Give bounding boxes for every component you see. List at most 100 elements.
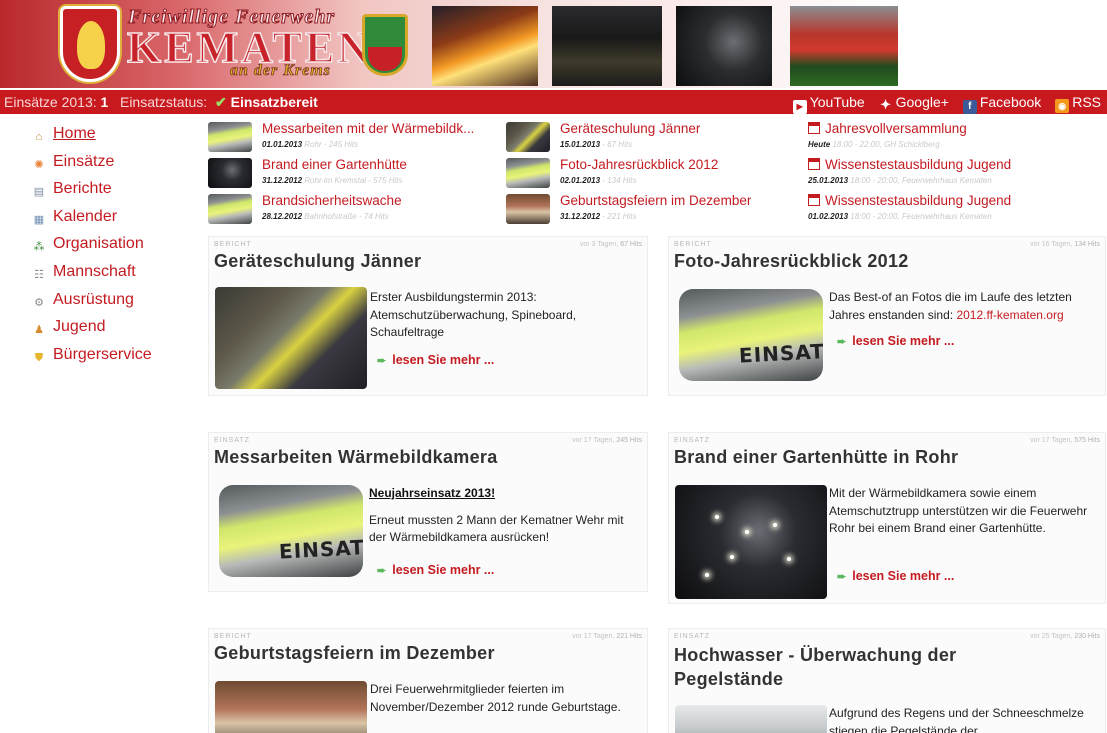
read-more-link[interactable]: ➨ lesen Sie mehr ...	[377, 353, 494, 367]
arrow-right-icon: ➨	[377, 565, 387, 577]
google-plus-icon: ✦	[880, 97, 892, 112]
recent-berichte-list: Geräteschulung Jänner 15.01.2013 - 67 Hi…	[506, 120, 802, 228]
card-title[interactable]: Foto-Jahresrückblick 2012	[674, 251, 909, 272]
read-more-link[interactable]: ➨ lesen Sie mehr ...	[837, 334, 954, 348]
event-meta: Heute 18:00 - 22:00, GH Schicklberg	[808, 140, 940, 149]
card-meta: vor 17 Tagen, 245 Hits	[572, 437, 642, 444]
sidebar-item-organisation[interactable]: ⁂ Organisation	[32, 232, 202, 260]
card-title[interactable]: Geburtstagsfeiern im Dezember	[214, 643, 495, 664]
article-card: EINSATZ vor 25 Tagen, 230 Hits Hochwasse…	[668, 628, 1106, 733]
list-item-date: 15.01.2013	[560, 140, 601, 149]
rss-icon: ◉	[1055, 99, 1070, 113]
youtube-label: YouTube	[809, 94, 865, 110]
municipal-coat-of-arms-icon	[362, 14, 408, 76]
thumbnail-image	[506, 194, 550, 224]
event-date: Heute	[808, 140, 831, 149]
sidebar-item-ausruestung[interactable]: ⚙ Ausrüstung	[32, 288, 202, 316]
card-text: Drei Feuerwehrmitglieder feierten im Nov…	[370, 682, 621, 714]
card-title[interactable]: Geräteschulung Jänner	[214, 251, 421, 272]
article-card: BERICHT vor 3 Tagen, 67 Hits Geräteschul…	[208, 236, 648, 396]
card-title[interactable]: Hochwasser - Überwachung der Pegelstände	[674, 643, 956, 691]
list-item-title[interactable]: Brand einer Gartenhütte	[262, 157, 407, 172]
read-more-label: lesen Sie mehr ...	[392, 353, 495, 367]
sidebar-item-label: Organisation	[53, 235, 144, 253]
list-item-title[interactable]: Messarbeiten mit der Wärmebildk...	[262, 121, 502, 136]
fire-brigade-emblem-icon[interactable]	[60, 6, 120, 82]
list-item[interactable]: Geräteschulung Jänner 15.01.2013 - 67 Hi…	[506, 120, 802, 156]
card-text: Mit der Wärmebildkamera sowie einem Atem…	[829, 486, 1088, 535]
list-item-title[interactable]: Foto-Jahresrückblick 2012	[560, 157, 718, 172]
card-meta: vor 17 Tagen, 221 Hits	[572, 633, 642, 640]
sidebar-item-mannschaft[interactable]: ☷ Mannschaft	[32, 260, 202, 288]
card-meta: vor 3 Tagen, 67 Hits	[580, 241, 642, 248]
list-item[interactable]: Brandsicherheitswache 28.12.2012 Bahnhof…	[208, 192, 504, 228]
card-image[interactable]	[215, 681, 367, 733]
brand-location: an der Krems	[230, 62, 331, 80]
sidebar-nav: ⌂ Home ✺ Einsätze ▤ Berichte ▦ Kalender ⁂ Org…	[32, 122, 202, 370]
google-plus-link[interactable]: ✦ Google+	[879, 94, 949, 112]
list-item-title[interactable]: Brandsicherheitswache	[262, 193, 402, 208]
sidebar-item-berichte[interactable]: ▤ Berichte	[32, 177, 202, 205]
card-meta: vor 17 Tagen, 575 Hits	[1030, 437, 1100, 444]
vest-lettering: EINSATZ	[738, 338, 823, 368]
event-details: 18:00 - 22:00, GH Schicklberg	[832, 140, 940, 149]
user-icon: ♟	[34, 324, 44, 337]
event-item[interactable]: Wissenstestausbildung Jugend 01.02.2013 …	[808, 192, 1100, 228]
card-image[interactable]	[675, 705, 827, 733]
event-title[interactable]: Wissenstestausbildung Jugend	[825, 157, 1011, 172]
read-more-link[interactable]: ➨ lesen Sie mehr ...	[377, 563, 494, 577]
list-item-date: 02.01.2013	[560, 176, 601, 185]
sidebar-item-jugend[interactable]: ♟ Jugend	[32, 315, 202, 343]
event-title[interactable]: Jahresvollversammlung	[825, 121, 967, 136]
sidebar-item-einsaetze[interactable]: ✺ Einsätze	[32, 150, 202, 178]
card-image[interactable]: EINSATZ	[219, 485, 363, 577]
album-link[interactable]: 2012.ff-kematen.org	[956, 308, 1063, 322]
list-item-title[interactable]: Geräteschulung Jänner	[560, 121, 700, 136]
list-item[interactable]: Brand einer Gartenhütte 31.12.2012 Rohr …	[208, 156, 504, 192]
card-image[interactable]	[675, 485, 827, 599]
list-item-details: - 134 Hits	[602, 176, 637, 185]
article-card: EINSATZ vor 17 Tagen, 575 Hits Brand ein…	[668, 432, 1106, 604]
card-headline: Neujahrseinsatz 2013!	[369, 486, 496, 500]
shield-icon: ⛊	[34, 351, 44, 364]
list-item[interactable]: Messarbeiten mit der Wärmebildk... 01.01…	[208, 120, 504, 156]
site-header: Freiwillige Feuerwehr KEMATEN an der Kre…	[0, 0, 1107, 88]
google-plus-label: Google+	[895, 94, 949, 110]
read-more-link[interactable]: ➨ lesen Sie mehr ...	[837, 569, 954, 583]
card-category: EINSATZ	[674, 633, 711, 640]
org-chart-icon: ⁂	[33, 241, 45, 254]
event-item[interactable]: Jahresvollversammlung Heute 18:00 - 22:0…	[808, 120, 1100, 156]
card-age: vor 17 Tagen,	[572, 633, 615, 640]
list-item[interactable]: Geburtstagsfeiern im Dezember 31.12.2012…	[506, 192, 802, 228]
event-title[interactable]: Wissenstestausbildung Jugend	[825, 193, 1011, 208]
vest-lettering: EINSATZ	[278, 534, 363, 564]
youtube-icon: ▶	[792, 100, 807, 114]
card-image[interactable]: EINSATZ	[679, 289, 823, 381]
rss-link[interactable]: ◉ RSS	[1055, 94, 1101, 113]
status-label: Einsatzstatus:	[119, 94, 208, 110]
thumbnail-image	[506, 122, 550, 152]
event-date: 01.02.2013	[808, 212, 849, 221]
list-item-date: 01.01.2013	[262, 140, 303, 149]
card-category: EINSATZ	[214, 437, 251, 444]
recent-einsaetze-list: Messarbeiten mit der Wärmebildk... 01.01…	[208, 120, 504, 228]
sidebar-item-label: Berichte	[53, 180, 112, 198]
event-item[interactable]: Wissenstestausbildung Jugend 25.01.2013 …	[808, 156, 1100, 192]
list-item-details: Bahnhofstraße - 74 Hits	[304, 212, 389, 221]
sidebar-item-kalender[interactable]: ▦ Kalender	[32, 205, 202, 233]
einsaetze-count: 1	[100, 94, 109, 110]
list-item[interactable]: Foto-Jahresrückblick 2012 02.01.2013 - 1…	[506, 156, 802, 192]
einsaetze-label: Einsätze 2013:	[4, 94, 97, 110]
sidebar-item-home[interactable]: ⌂ Home	[32, 122, 202, 150]
card-image[interactable]	[215, 287, 367, 389]
youtube-link[interactable]: ▶ YouTube	[792, 94, 865, 114]
sidebar-item-buergerservice[interactable]: ⛊ Bürgerservice	[32, 343, 202, 371]
card-title[interactable]: Brand einer Gartenhütte in Rohr	[674, 447, 958, 468]
list-item-meta: 01.01.2013 Rohr - 245 Hits	[262, 140, 358, 149]
card-age: vor 3 Tagen,	[579, 241, 619, 248]
facebook-link[interactable]: f Facebook	[962, 94, 1041, 114]
card-title[interactable]: Messarbeiten Wärmebildkamera	[214, 447, 498, 468]
card-title-line: Hochwasser - Überwachung der	[674, 645, 957, 665]
list-item-details: - 221 Hits	[602, 212, 637, 221]
list-item-title[interactable]: Geburtstagsfeiern im Dezember	[560, 193, 751, 208]
